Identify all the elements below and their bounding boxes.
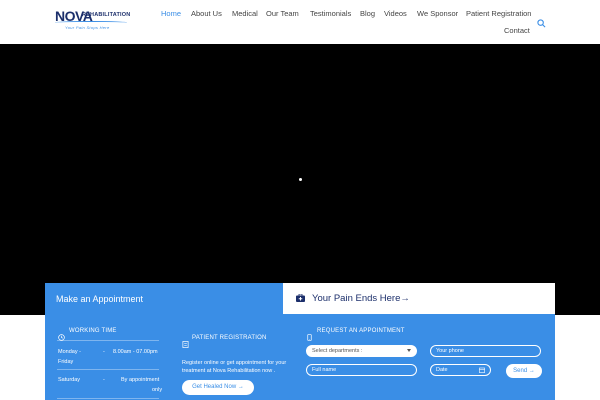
nav-videos[interactable]: Videos	[384, 9, 407, 18]
department-select[interactable]: Select departments :	[306, 345, 417, 357]
full-name-field[interactable]: Full name	[306, 364, 417, 376]
nav-blog[interactable]: Blog	[360, 9, 375, 18]
working-dash: -	[103, 349, 105, 355]
working-day-cont: Friday	[58, 359, 74, 365]
nav-testimonials[interactable]: Testimonials	[310, 9, 351, 18]
appointment-body: WORKING TIME Monday - Friday - 8.00am - …	[45, 314, 555, 400]
clock-icon	[58, 328, 65, 341]
appointment-section: Make an Appointment Your Pain Ends Here→…	[45, 283, 555, 400]
full-name-placeholder: Full name	[312, 367, 337, 373]
phone-placeholder: Your phone	[436, 348, 464, 354]
registration-text: Register online or get appointment for y…	[182, 360, 287, 374]
site-header: NOVA REHABILITATION Your Pain Stops Here…	[0, 0, 600, 44]
search-icon[interactable]	[537, 15, 546, 28]
registration-icon	[182, 335, 189, 348]
working-day: Saturday	[58, 377, 81, 383]
department-select-value: Select departments :	[312, 348, 363, 354]
divider	[57, 398, 159, 399]
phone-field[interactable]: Your phone	[430, 345, 541, 357]
nav-home[interactable]: Home	[161, 9, 181, 18]
pain-ends-title: Your Pain Ends Here→	[312, 293, 410, 304]
date-placeholder: Date	[436, 367, 448, 373]
hero-video[interactable]	[0, 44, 600, 315]
nav-about-us[interactable]: About Us	[191, 9, 222, 18]
request-title: REQUEST AN APPOINTMENT	[317, 328, 405, 334]
logo-tagline: Your Pain Stops Here	[65, 25, 110, 30]
first-aid-kit-icon	[296, 293, 305, 302]
working-hours: By appointment	[121, 377, 160, 383]
loading-indicator	[299, 178, 302, 181]
working-hours-cont: only	[152, 387, 163, 393]
appointment-title: Make an Appointment	[45, 283, 283, 314]
divider	[57, 369, 159, 370]
logo-suffix: REHABILITATION	[82, 12, 131, 18]
nav-our-team[interactable]: Our Team	[266, 9, 299, 18]
phone-icon	[306, 328, 313, 341]
calendar-icon	[479, 367, 485, 373]
working-time-title: WORKING TIME	[69, 328, 117, 334]
site-logo[interactable]: NOVA REHABILITATION Your Pain Stops Here	[55, 8, 131, 36]
working-dash: -	[103, 377, 105, 383]
chevron-down-icon	[407, 349, 411, 352]
send-button[interactable]: Send →	[506, 364, 542, 378]
working-hours: 8.00am - 07.00pm	[113, 349, 158, 355]
date-field[interactable]: Date	[430, 364, 491, 376]
pain-ends-header: Your Pain Ends Here→	[283, 283, 555, 314]
registration-title: PATIENT REGISTRATION	[192, 335, 267, 341]
nav-medical[interactable]: Medical	[232, 9, 258, 18]
nav-patient-registration[interactable]: Patient Registration	[466, 9, 531, 18]
get-healed-button[interactable]: Get Healed Now →	[182, 380, 254, 395]
divider	[57, 340, 159, 341]
nav-contact[interactable]: Contact	[504, 26, 530, 35]
logo-swoosh	[55, 21, 127, 24]
working-day: Monday -	[58, 349, 81, 355]
nav-we-sponsor[interactable]: We Sponsor	[417, 9, 458, 18]
